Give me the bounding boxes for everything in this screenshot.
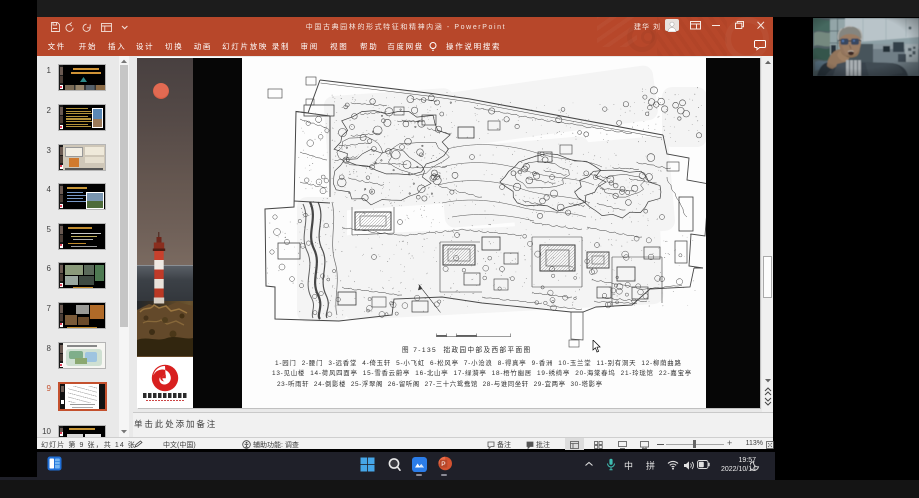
- svg-text:P: P: [441, 461, 445, 468]
